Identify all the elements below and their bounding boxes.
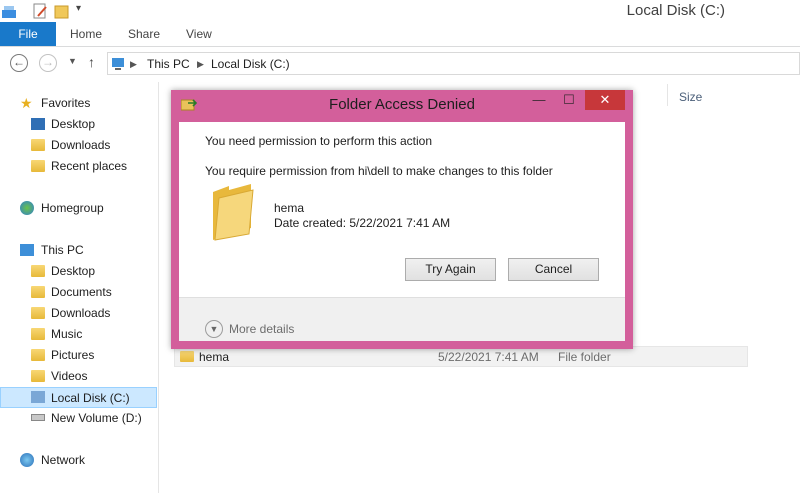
dialog-body: You need permission to perform this acti… (179, 122, 625, 341)
sidebar-item-new-volume[interactable]: New Volume (D:) (0, 408, 157, 429)
sidebar-label: Music (51, 327, 83, 341)
recent-locations-icon[interactable]: ▼ (68, 56, 77, 66)
new-folder-icon[interactable] (54, 3, 70, 19)
file-name: hema (199, 350, 230, 364)
more-details-area: ▼ More details (179, 297, 625, 341)
desktop-folder-icon (31, 265, 45, 277)
maximize-button[interactable]: ☐ (557, 90, 581, 110)
sidebar-this-pc[interactable]: This PC (0, 240, 157, 261)
sidebar-label: Desktop (51, 117, 96, 131)
qat-dropdown-icon[interactable]: ▾ (76, 3, 81, 19)
folder-icon (180, 351, 194, 362)
dialog-permission-text: You require permission from hi\dell to m… (205, 164, 553, 178)
up-button[interactable]: ↑ (88, 54, 95, 70)
ribbon-tabs: File Home Share View (0, 22, 800, 47)
sidebar-label: This PC (41, 243, 84, 257)
sidebar-label: New Volume (D:) (51, 411, 142, 425)
sidebar-label: Downloads (51, 138, 111, 152)
downloads-folder-icon (31, 307, 45, 319)
breadcrumb-separator-icon: ▶ (130, 59, 137, 69)
breadcrumb-local-disk[interactable]: Local Disk (C:) (211, 57, 290, 71)
documents-folder-icon (31, 286, 45, 298)
downloads-folder-icon (31, 139, 45, 151)
navigation-pane: ★ Favorites Desktop Downloads Recent pla… (0, 82, 159, 493)
title-bar: ▾ Local Disk (C:) (0, 0, 800, 22)
column-header-size[interactable]: Size (679, 90, 702, 104)
folder-access-denied-dialog: Folder Access Denied — ☐ ✕ You need perm… (171, 90, 633, 349)
videos-folder-icon (31, 370, 45, 382)
sidebar-item-downloads[interactable]: Downloads (0, 303, 157, 324)
navigation-bar: ← → ▼ ↑ ▶ This PC ▶ Local Disk (C:) (0, 47, 800, 81)
file-type: File folder (558, 350, 611, 364)
sidebar-item-pictures[interactable]: Pictures (0, 345, 157, 366)
star-icon: ★ (20, 95, 33, 111)
sidebar-label: Network (41, 453, 86, 467)
homegroup-icon (20, 201, 34, 215)
sidebar-item-music[interactable]: Music (0, 324, 157, 345)
close-button[interactable]: ✕ (585, 90, 625, 110)
address-bar[interactable]: ▶ This PC ▶ Local Disk (C:) (107, 52, 800, 75)
sidebar-item-videos[interactable]: Videos (0, 366, 157, 387)
sidebar-label: Desktop (51, 264, 96, 278)
network-icon (20, 453, 34, 467)
explorer-icon (2, 6, 16, 18)
folder-large-icon (213, 184, 254, 241)
sidebar-network[interactable]: Network (0, 450, 157, 471)
minimize-button[interactable]: — (527, 90, 551, 110)
sidebar-label: Recent places (51, 159, 128, 173)
try-again-button[interactable]: Try Again (405, 258, 496, 281)
chevron-down-icon[interactable]: ▼ (205, 320, 223, 338)
sidebar-item-downloads-fav[interactable]: Downloads (0, 135, 157, 156)
sidebar-label: Pictures (51, 348, 95, 362)
sidebar-item-desktop-fav[interactable]: Desktop (0, 114, 157, 135)
sidebar-favorites[interactable]: ★ Favorites (0, 93, 157, 114)
item-date-created: Date created: 5/22/2021 7:41 AM (274, 216, 451, 230)
desktop-icon (31, 118, 45, 130)
window-title: Local Disk (C:) (626, 2, 725, 19)
arrow-right-icon: → (42, 55, 54, 69)
forward-button[interactable]: → (39, 54, 57, 72)
properties-icon[interactable] (32, 3, 48, 19)
sidebar-item-recent-places[interactable]: Recent places (0, 156, 157, 177)
arrow-left-icon: ← (13, 55, 25, 69)
back-button[interactable]: ← (10, 54, 28, 72)
this-pc-icon (112, 58, 124, 70)
sidebar-label: Documents (51, 285, 112, 299)
sidebar-label: Videos (51, 369, 88, 383)
pictures-folder-icon (31, 349, 45, 361)
sidebar-label: Local Disk (C:) (51, 391, 130, 405)
breadcrumb-this-pc[interactable]: This PC (147, 57, 190, 71)
drive-icon (31, 391, 45, 403)
sidebar-item-documents[interactable]: Documents (0, 282, 157, 303)
cancel-button[interactable]: Cancel (508, 258, 599, 281)
sidebar-item-desktop[interactable]: Desktop (0, 261, 157, 282)
breadcrumb-separator-icon: ▶ (197, 59, 204, 69)
sidebar-homegroup[interactable]: Homegroup (0, 198, 157, 219)
arrow-up-icon: ↑ (88, 54, 95, 70)
file-date: 5/22/2021 7:41 AM (438, 350, 539, 364)
dialog-message: You need permission to perform this acti… (205, 134, 433, 148)
more-details-link[interactable]: More details (229, 322, 294, 336)
tab-file[interactable]: File (0, 22, 56, 46)
this-pc-icon (20, 244, 34, 256)
sidebar-label: Favorites (41, 96, 91, 110)
tab-view[interactable]: View (186, 22, 212, 46)
sidebar-label: Downloads (51, 306, 111, 320)
music-folder-icon (31, 328, 45, 340)
sidebar-label: Homegroup (41, 201, 104, 215)
tab-share[interactable]: Share (128, 22, 160, 46)
drive-icon (31, 414, 45, 421)
item-name: hema (274, 201, 305, 215)
table-row[interactable]: hema 5/22/2021 7:41 AM File folder (174, 346, 748, 367)
column-separator[interactable] (667, 84, 668, 106)
sidebar-item-local-disk[interactable]: Local Disk (C:) (0, 387, 157, 408)
recent-places-icon (31, 160, 45, 172)
tab-home[interactable]: Home (70, 22, 102, 46)
